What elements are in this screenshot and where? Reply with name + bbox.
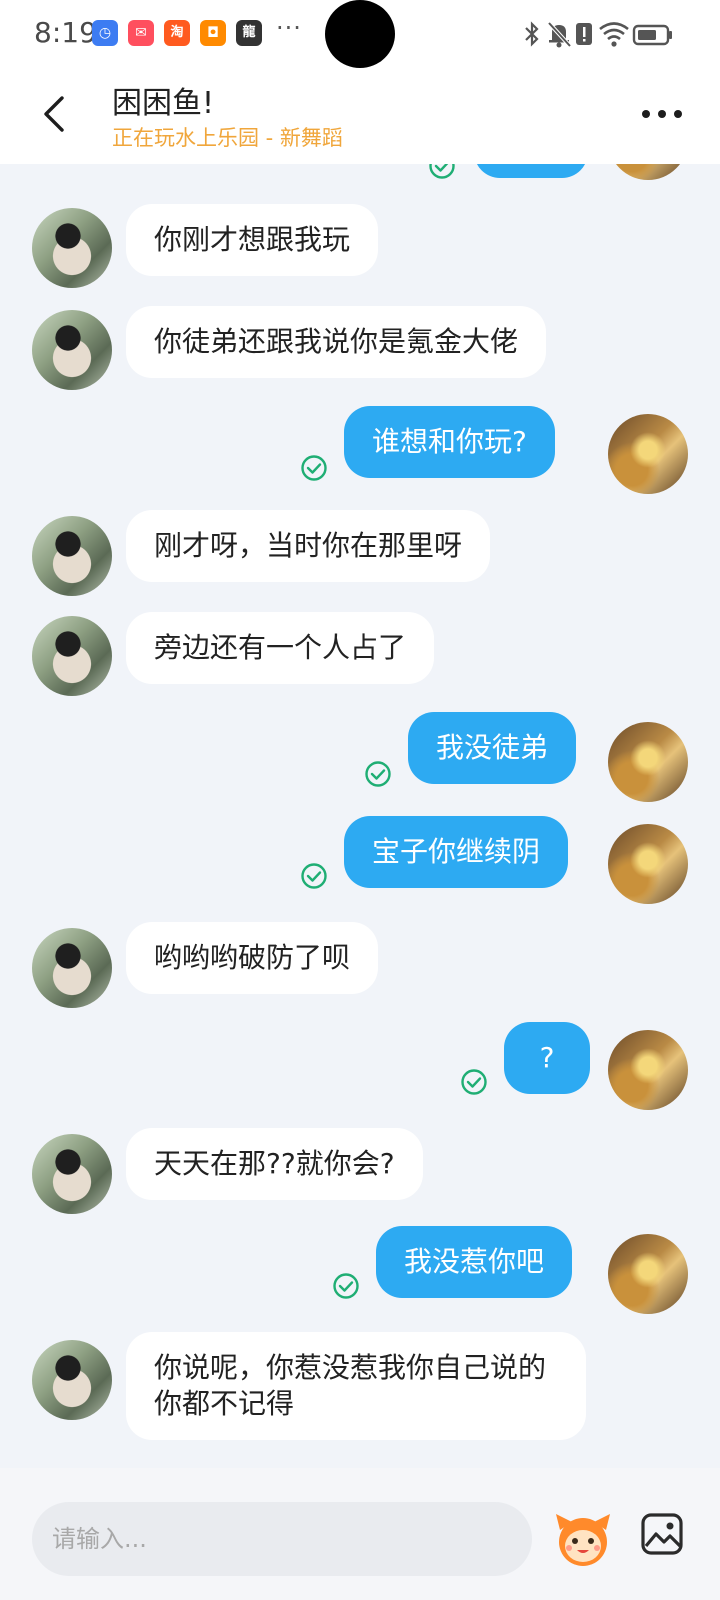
chat-header: 困困鱼! 正在玩水上乐园 - 新舞蹈 <box>0 68 720 164</box>
read-check-icon <box>301 863 327 889</box>
read-check-icon <box>365 761 391 787</box>
message-bubble-outgoing[interactable]: 我没徒弟 <box>408 712 577 784</box>
read-check-icon <box>429 164 455 179</box>
contact-avatar[interactable] <box>32 516 112 596</box>
more-options-button[interactable] <box>640 106 684 122</box>
status-time: 8:19 <box>34 16 97 49</box>
image-picker-button[interactable] <box>640 1512 684 1556</box>
taobao-app-icon: 淘 <box>164 20 190 46</box>
mute-bell-icon <box>547 21 572 48</box>
message-bubble-incoming[interactable]: 旁边还有一个人占了 <box>126 612 435 684</box>
message-input[interactable] <box>32 1502 532 1576</box>
message-list[interactable]: 你刚才想跟我玩 你徒弟还跟我说你是氪金大佬 谁想和你玩? 刚才呀，当时你在那里呀… <box>0 164 720 1468</box>
clock-app-icon: ◷ <box>92 20 118 46</box>
message-bubble-outgoing[interactable] <box>474 164 588 178</box>
battery-icon <box>632 24 672 46</box>
contact-avatar[interactable] <box>32 1340 112 1420</box>
message-bubble-outgoing[interactable]: 我没惹你吧 <box>376 1226 573 1298</box>
message-bubble-outgoing[interactable]: 宝子你继续阴 <box>344 816 569 888</box>
contact-avatar[interactable] <box>32 208 112 288</box>
my-avatar[interactable] <box>608 722 688 802</box>
chat-subtitle-status[interactable]: 正在玩水上乐园 - 新舞蹈 <box>112 122 343 152</box>
back-button[interactable] <box>36 92 72 136</box>
contact-avatar[interactable] <box>32 928 112 1008</box>
my-avatar[interactable] <box>608 1030 688 1110</box>
contact-avatar[interactable] <box>32 616 112 696</box>
message-bubble-outgoing[interactable]: 谁想和你玩? <box>344 406 555 478</box>
chat-title: 困困鱼! <box>112 86 215 121</box>
message-bubble-outgoing[interactable]: ? <box>504 1022 590 1094</box>
camera-cutout <box>325 0 395 68</box>
my-avatar[interactable] <box>608 414 688 494</box>
read-check-icon <box>461 1069 487 1095</box>
contact-avatar[interactable] <box>32 310 112 390</box>
bluetooth-icon <box>525 21 539 47</box>
my-avatar[interactable] <box>608 1234 688 1314</box>
game-app-icon: 龍 <box>236 20 262 46</box>
input-bar <box>0 1468 720 1600</box>
wifi-icon <box>599 22 629 47</box>
read-check-icon <box>301 455 327 481</box>
shop-app-icon: ◘ <box>200 20 226 46</box>
emoji-button[interactable] <box>552 1508 614 1570</box>
message-bubble-incoming[interactable]: 天天在那??就你会? <box>126 1128 423 1200</box>
message-bubble-incoming[interactable]: 哟哟哟破防了呗 <box>126 922 379 994</box>
alert-icon <box>576 23 592 45</box>
my-avatar[interactable] <box>608 824 688 904</box>
mail-app-icon: ✉ <box>128 20 154 46</box>
status-bar: 8:19 ◷ ✉ 淘 ◘ 龍 ··· <box>0 0 720 68</box>
message-bubble-incoming[interactable]: 你说呢，你惹没惹我你自己说的你都不记得 <box>126 1332 586 1440</box>
message-bubble-incoming[interactable]: 你徒弟还跟我说你是氪金大佬 <box>126 306 547 378</box>
contact-avatar[interactable] <box>32 1134 112 1214</box>
more-notifications-icon: ··· <box>276 14 302 42</box>
read-check-icon <box>333 1273 359 1299</box>
my-avatar[interactable] <box>608 164 688 180</box>
message-bubble-incoming[interactable]: 刚才呀，当时你在那里呀 <box>126 510 491 582</box>
message-bubble-incoming[interactable]: 你刚才想跟我玩 <box>126 204 379 276</box>
